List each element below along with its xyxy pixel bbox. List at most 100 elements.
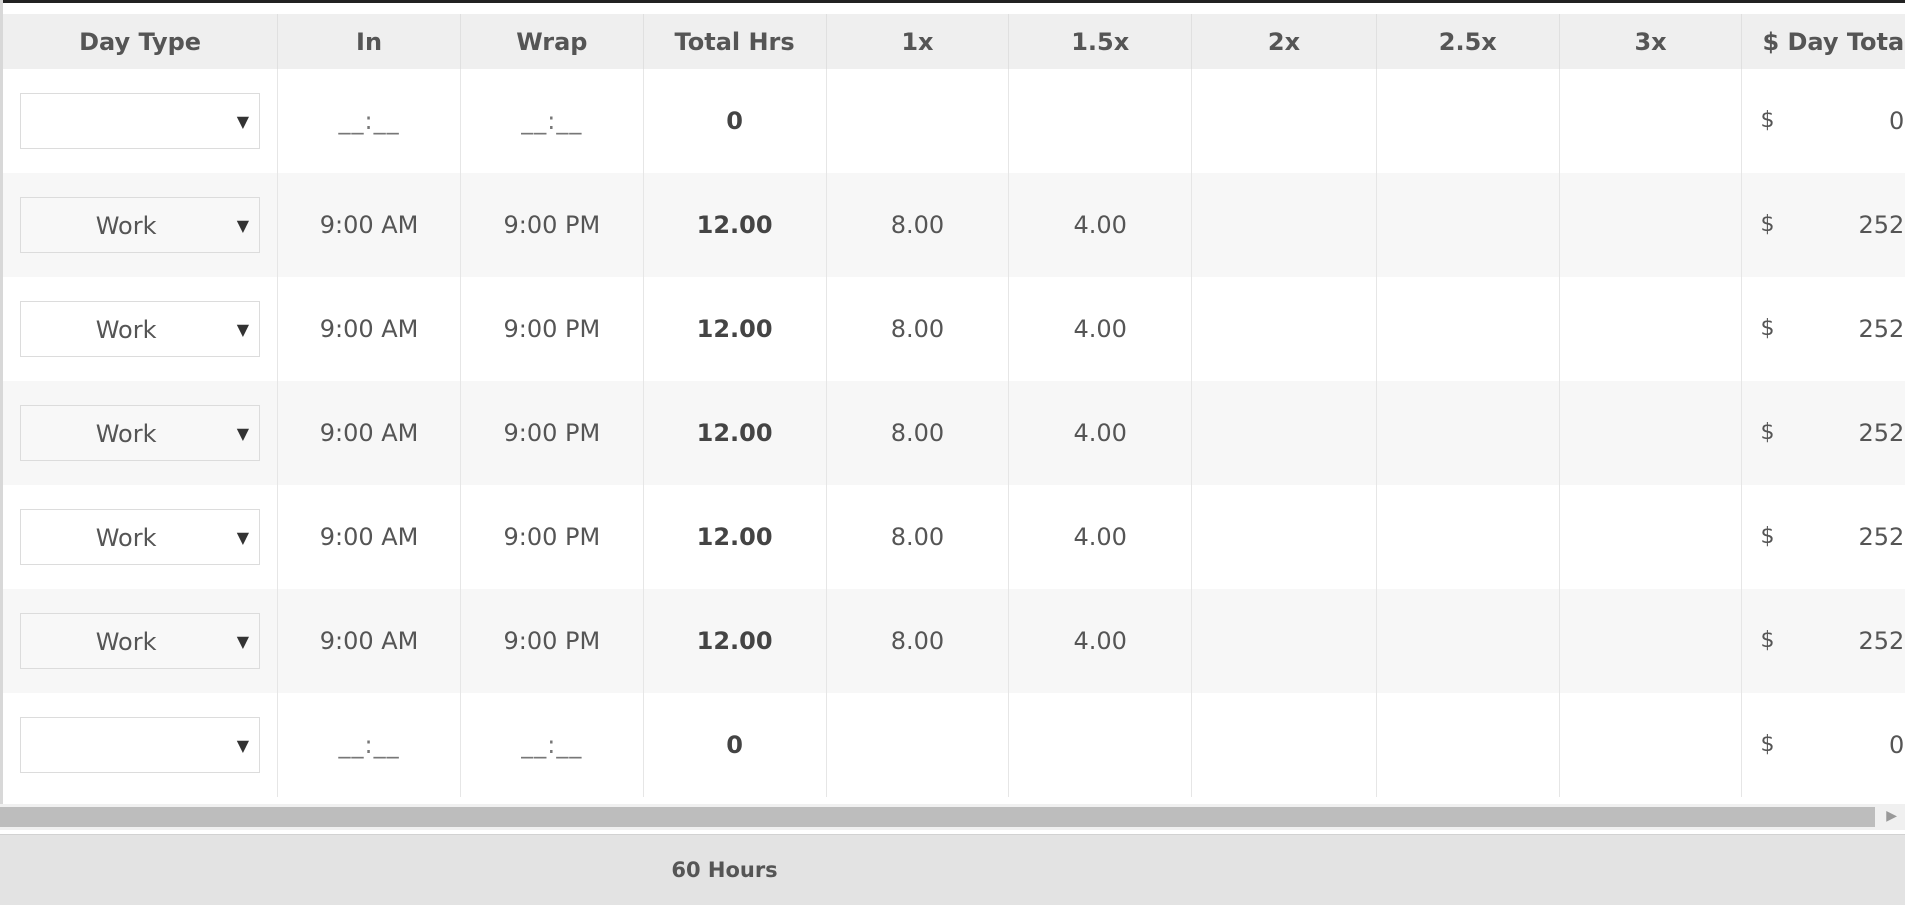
table-row: ▼ __:__ __:__ 0 $ 0.00 — [3, 693, 1905, 797]
header-1x: 1x — [826, 14, 1010, 69]
table-body: ▼ __:__ __:__ 0 $ 0.00 — [3, 69, 1905, 797]
day-type-select[interactable]: Work ▼ — [20, 405, 261, 461]
wrap-time-cell[interactable]: 9:00 PM — [460, 589, 644, 693]
day-type-cell: Work ▼ — [3, 485, 279, 589]
currency-symbol: $ — [1760, 212, 1775, 237]
rate-1-5x-cell — [1008, 693, 1193, 797]
table-footer: 60 Hours — [0, 834, 1905, 905]
day-type-cell: Work ▼ — [3, 173, 279, 277]
in-time-cell[interactable]: 9:00 AM — [277, 485, 461, 589]
day-type-select[interactable]: ▼ — [20, 717, 261, 774]
currency-symbol: $ — [1760, 108, 1775, 133]
table-row: Work ▼ 9:00 AM 9:00 PM 12.00 8.00 4.00 $… — [3, 277, 1905, 381]
day-type-select[interactable]: Work ▼ — [20, 301, 261, 357]
rate-1x-cell: 8.00 — [826, 277, 1010, 381]
rate-3x-cell — [1559, 277, 1743, 381]
total-hours-summary: 60 Hours — [671, 858, 778, 882]
rate-2x-cell — [1191, 589, 1377, 693]
rate-1x-cell: 8.00 — [826, 589, 1010, 693]
day-type-value — [21, 94, 231, 150]
currency-symbol: $ — [1760, 524, 1775, 549]
total-hrs-cell: 0 — [643, 69, 827, 173]
caret-down-icon: ▼ — [236, 320, 250, 339]
rate-1x-cell: 8.00 — [826, 485, 1010, 589]
rate-1-5x-cell: 4.00 — [1008, 173, 1193, 277]
day-total-amount: 0.00 — [1889, 107, 1905, 135]
day-type-select[interactable]: ▼ — [20, 93, 261, 150]
day-type-cell: ▼ — [3, 69, 279, 173]
day-total-cell: $ 252.00 — [1741, 173, 1905, 277]
rate-2x-cell — [1191, 277, 1377, 381]
in-time-cell[interactable]: 9:00 AM — [277, 589, 461, 693]
header-in: In — [277, 14, 461, 69]
in-time-cell[interactable]: 9:00 AM — [277, 277, 461, 381]
header-1-5x: 1.5x — [1008, 14, 1193, 69]
timecard-table-container[interactable]: Day Type In Wrap Total Hrs 1x 1.5x 2x 2.… — [3, 14, 1905, 804]
day-total-cell: $ 0.00 — [1741, 69, 1905, 173]
rate-2-5x-cell — [1376, 277, 1560, 381]
total-hrs-cell: 12.00 — [643, 485, 827, 589]
rate-3x-cell — [1559, 693, 1743, 797]
in-time-cell[interactable]: __:__ — [277, 69, 461, 173]
horizontal-scrollbar[interactable]: ▶ — [0, 804, 1905, 830]
timecard-table: Day Type In Wrap Total Hrs 1x 1.5x 2x 2.… — [3, 14, 1905, 797]
rate-3x-cell — [1559, 485, 1743, 589]
in-time-cell[interactable]: 9:00 AM — [277, 381, 461, 485]
caret-down-icon: ▼ — [236, 424, 250, 443]
in-time-cell[interactable]: __:__ — [277, 693, 461, 797]
wrap-time-cell[interactable]: __:__ — [460, 693, 644, 797]
rate-1x-cell — [826, 69, 1010, 173]
rate-3x-cell — [1559, 69, 1743, 173]
wrap-time-cell[interactable]: __:__ — [460, 69, 644, 173]
day-type-value: Work — [95, 420, 157, 448]
total-hrs-cell: 0 — [643, 693, 827, 797]
table-header: Day Type In Wrap Total Hrs 1x 1.5x 2x 2.… — [3, 14, 1905, 69]
table-row: ▼ __:__ __:__ 0 $ 0.00 — [3, 69, 1905, 173]
rate-2x-cell — [1191, 485, 1377, 589]
scroll-right-arrow-icon[interactable]: ▶ — [1886, 808, 1897, 824]
day-type-value: Work — [95, 628, 157, 656]
table-row: Work ▼ 9:00 AM 9:00 PM 12.00 8.00 4.00 $… — [3, 381, 1905, 485]
caret-down-icon: ▼ — [236, 112, 250, 131]
wrap-time-cell[interactable]: 9:00 PM — [460, 277, 644, 381]
rate-2-5x-cell — [1376, 589, 1560, 693]
caret-down-icon: ▼ — [236, 632, 250, 651]
wrap-time-cell[interactable]: 9:00 PM — [460, 173, 644, 277]
rate-1-5x-cell — [1008, 69, 1193, 173]
wrap-time-cell[interactable]: 9:00 PM — [460, 485, 644, 589]
rate-1-5x-cell: 4.00 — [1008, 381, 1193, 485]
day-type-select[interactable]: Work ▼ — [20, 197, 261, 253]
wrap-time-cell[interactable]: 9:00 PM — [460, 381, 644, 485]
header-2x: 2x — [1191, 14, 1377, 69]
day-type-select[interactable]: Work ▼ — [20, 509, 261, 565]
day-type-cell: ▼ — [3, 693, 279, 797]
caret-down-icon: ▼ — [236, 216, 250, 235]
day-total-cell: $ 0.00 — [1741, 693, 1905, 797]
day-total-amount: 252.00 — [1858, 523, 1905, 551]
currency-symbol: $ — [1760, 732, 1775, 757]
header-day-total: $ Day Total — [1741, 14, 1905, 69]
scrollbar-thumb[interactable] — [0, 807, 1875, 827]
in-time-cell[interactable]: 9:00 AM — [277, 173, 461, 277]
rate-2x-cell — [1191, 173, 1377, 277]
rate-3x-cell — [1559, 589, 1743, 693]
currency-symbol: $ — [1760, 628, 1775, 653]
rate-3x-cell — [1559, 173, 1743, 277]
table-row: Work ▼ 9:00 AM 9:00 PM 12.00 8.00 4.00 $… — [3, 173, 1905, 277]
rate-1x-cell — [826, 693, 1010, 797]
day-total-cell: $ 252.00 — [1741, 485, 1905, 589]
rate-2x-cell — [1191, 381, 1377, 485]
day-total-cell: $ 252.00 — [1741, 277, 1905, 381]
day-type-value — [21, 718, 231, 774]
rate-2-5x-cell — [1376, 381, 1560, 485]
header-3x: 3x — [1559, 14, 1743, 69]
header-wrap: Wrap — [460, 14, 644, 69]
total-hrs-cell: 12.00 — [643, 173, 827, 277]
header-day-type: Day Type — [3, 14, 279, 69]
table-row: Work ▼ 9:00 AM 9:00 PM 12.00 8.00 4.00 $… — [3, 485, 1905, 589]
header-2-5x: 2.5x — [1376, 14, 1560, 69]
rate-2-5x-cell — [1376, 693, 1560, 797]
day-type-select[interactable]: Work ▼ — [20, 613, 261, 669]
day-total-amount: 252.00 — [1858, 419, 1905, 447]
rate-1-5x-cell: 4.00 — [1008, 589, 1193, 693]
